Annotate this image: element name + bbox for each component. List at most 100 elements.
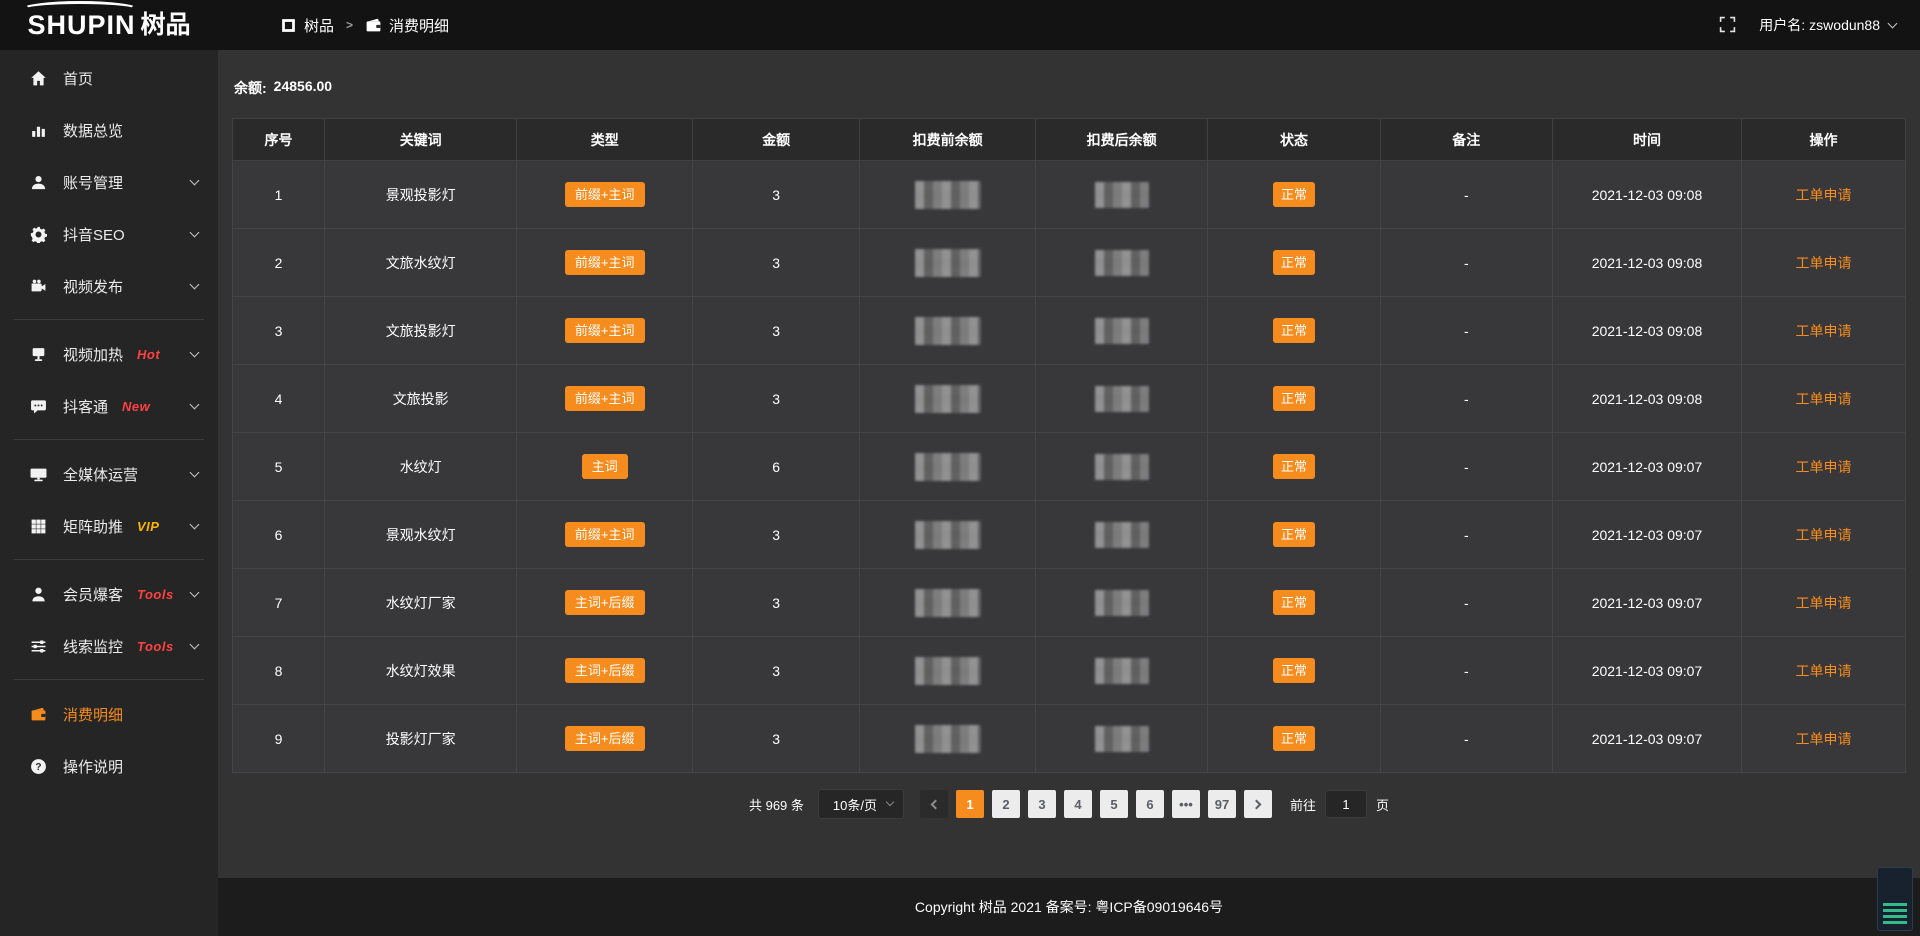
username-label: 用户名: bbox=[1759, 15, 1805, 35]
cell-time: 2021-12-03 09:08 bbox=[1552, 365, 1741, 433]
status-badge: 正常 bbox=[1273, 250, 1315, 275]
pagination-page-3[interactable]: 3 bbox=[1028, 790, 1056, 818]
work-order-link[interactable]: 工单申请 bbox=[1795, 731, 1851, 747]
logo[interactable]: SHUPIN 树品 bbox=[0, 0, 218, 50]
sidebar-item-douketong[interactable]: 抖客通New bbox=[0, 380, 218, 432]
sidebar-item-all-media-operation[interactable]: 全媒体运营 bbox=[0, 448, 218, 500]
cell-status: 正常 bbox=[1208, 637, 1380, 705]
sidebar-item-lead-monitor[interactable]: 线索监控Tools bbox=[0, 620, 218, 672]
cell-remark: - bbox=[1380, 161, 1552, 229]
cell-amount: 3 bbox=[693, 161, 860, 229]
sidebar-item-badge: Hot bbox=[137, 347, 160, 362]
cell-balance-after bbox=[1036, 501, 1208, 569]
work-order-link[interactable]: 工单申请 bbox=[1795, 187, 1851, 203]
fullscreen-icon[interactable] bbox=[1719, 16, 1737, 34]
work-order-link[interactable]: 工单申请 bbox=[1795, 527, 1851, 543]
sidebar-item-data-overview[interactable]: 数据总览 bbox=[0, 104, 218, 156]
app-icon bbox=[280, 17, 297, 34]
work-order-link[interactable]: 工单申请 bbox=[1795, 323, 1851, 339]
breadcrumb-item-shupin[interactable]: 树品 bbox=[280, 15, 334, 36]
corner-widget[interactable] bbox=[1877, 867, 1913, 931]
pagination-page-2[interactable]: 2 bbox=[992, 790, 1020, 818]
sidebar-item-video-publish[interactable]: 视频发布 bbox=[0, 260, 218, 312]
work-order-link[interactable]: 工单申请 bbox=[1795, 459, 1851, 475]
pagination-prev-button[interactable] bbox=[920, 790, 948, 818]
sidebar-item-douyin-seo[interactable]: 抖音SEO bbox=[0, 208, 218, 260]
cell-amount: 3 bbox=[693, 297, 860, 365]
cell-action[interactable]: 工单申请 bbox=[1741, 297, 1905, 365]
cell-type: 前缀+主词 bbox=[517, 365, 693, 433]
user-menu[interactable]: 用户名: zswodun88 bbox=[1759, 15, 1896, 35]
goto-page-input[interactable] bbox=[1325, 790, 1367, 818]
sidebar-item-member-baoke[interactable]: 会员爆客Tools bbox=[0, 568, 218, 620]
redacted-value bbox=[915, 521, 981, 549]
cell-action[interactable]: 工单申请 bbox=[1741, 161, 1905, 229]
cell-serial: 3 bbox=[233, 297, 325, 365]
sidebar-item-label: 首页 bbox=[63, 68, 93, 89]
cell-action[interactable]: 工单申请 bbox=[1741, 637, 1905, 705]
cell-type: 前缀+主词 bbox=[517, 297, 693, 365]
home-icon bbox=[30, 70, 48, 87]
wallet-icon bbox=[365, 17, 382, 34]
table-row: 9投影灯厂家主词+后缀3正常-2021-12-03 09:07工单申请 bbox=[233, 705, 1906, 773]
breadcrumb-label: 树品 bbox=[304, 15, 334, 36]
cell-type: 前缀+主词 bbox=[517, 501, 693, 569]
cell-time: 2021-12-03 09:08 bbox=[1552, 161, 1741, 229]
pagination-page-4[interactable]: 4 bbox=[1064, 790, 1092, 818]
table-row: 6景观水纹灯前缀+主词3正常-2021-12-03 09:07工单申请 bbox=[233, 501, 1906, 569]
cell-remark: - bbox=[1380, 433, 1552, 501]
cell-action[interactable]: 工单申请 bbox=[1741, 705, 1905, 773]
cell-status: 正常 bbox=[1208, 365, 1380, 433]
cell-action[interactable]: 工单申请 bbox=[1741, 501, 1905, 569]
chevron-down-icon bbox=[190, 639, 200, 649]
page-size-select[interactable]: 10条/页 bbox=[818, 789, 904, 819]
sidebar-item-home[interactable]: 首页 bbox=[0, 52, 218, 104]
cell-status: 正常 bbox=[1208, 501, 1380, 569]
status-badge: 正常 bbox=[1273, 658, 1315, 683]
pagination-page-1[interactable]: 1 bbox=[956, 790, 984, 818]
sidebar-item-label: 会员爆客 bbox=[63, 584, 123, 605]
cell-amount: 3 bbox=[693, 229, 860, 297]
cell-action[interactable]: 工单申请 bbox=[1741, 365, 1905, 433]
cell-action[interactable]: 工单申请 bbox=[1741, 229, 1905, 297]
question-icon: ? bbox=[30, 758, 48, 775]
breadcrumb: 树品 > 消费明细 bbox=[280, 15, 449, 36]
pagination-page-97[interactable]: 97 bbox=[1208, 790, 1236, 818]
sidebar-item-consumption-detail[interactable]: 消费明细 bbox=[0, 688, 218, 740]
pagination-next-button[interactable] bbox=[1244, 790, 1272, 818]
work-order-link[interactable]: 工单申请 bbox=[1795, 595, 1851, 611]
sidebar-item-matrix-boost[interactable]: 矩阵助推VIP bbox=[0, 500, 218, 552]
pagination-ellipsis[interactable]: ••• bbox=[1172, 790, 1200, 818]
sidebar-item-video-heating[interactable]: 视频加热Hot bbox=[0, 328, 218, 380]
pagination: 共 969 条 10条/页 123456•••97 前往 页 bbox=[232, 789, 1906, 819]
pagination-page-6[interactable]: 6 bbox=[1136, 790, 1164, 818]
cell-keyword: 水纹灯 bbox=[325, 433, 517, 501]
breadcrumb-item-consumption-detail[interactable]: 消费明细 bbox=[365, 15, 449, 36]
arrow-right-icon bbox=[1252, 799, 1262, 809]
redacted-value bbox=[1095, 590, 1149, 616]
type-badge: 前缀+主词 bbox=[565, 182, 645, 207]
work-order-link[interactable]: 工单申请 bbox=[1795, 391, 1851, 407]
sidebar-item-label: 消费明细 bbox=[63, 704, 123, 725]
pagination-page-5[interactable]: 5 bbox=[1100, 790, 1128, 818]
cell-type: 主词+后缀 bbox=[517, 705, 693, 773]
sidebar-item-label: 抖客通 bbox=[63, 396, 108, 417]
cell-balance-after bbox=[1036, 705, 1208, 773]
chevron-down-icon bbox=[190, 227, 200, 237]
sidebar-item-label: 账号管理 bbox=[63, 172, 123, 193]
chat-icon bbox=[30, 398, 48, 415]
chevron-down-icon bbox=[190, 347, 200, 357]
cell-balance-before bbox=[860, 705, 1036, 773]
consumption-table: 序号关键词类型金额扣费前余额扣费后余额状态备注时间操作 1景观投影灯前缀+主词3… bbox=[232, 118, 1906, 773]
cell-action[interactable]: 工单申请 bbox=[1741, 433, 1905, 501]
table-row: 2文旅水纹灯前缀+主词3正常-2021-12-03 09:08工单申请 bbox=[233, 229, 1906, 297]
sidebar-item-account-management[interactable]: 账号管理 bbox=[0, 156, 218, 208]
work-order-link[interactable]: 工单申请 bbox=[1795, 255, 1851, 271]
work-order-link[interactable]: 工单申请 bbox=[1795, 663, 1851, 679]
cell-keyword: 投影灯厂家 bbox=[325, 705, 517, 773]
column-header: 时间 bbox=[1552, 119, 1741, 161]
cell-action[interactable]: 工单申请 bbox=[1741, 569, 1905, 637]
redacted-value bbox=[915, 453, 981, 481]
table-row: 8水纹灯效果主词+后缀3正常-2021-12-03 09:07工单申请 bbox=[233, 637, 1906, 705]
sidebar-item-operation-guide[interactable]: ?操作说明 bbox=[0, 740, 218, 792]
